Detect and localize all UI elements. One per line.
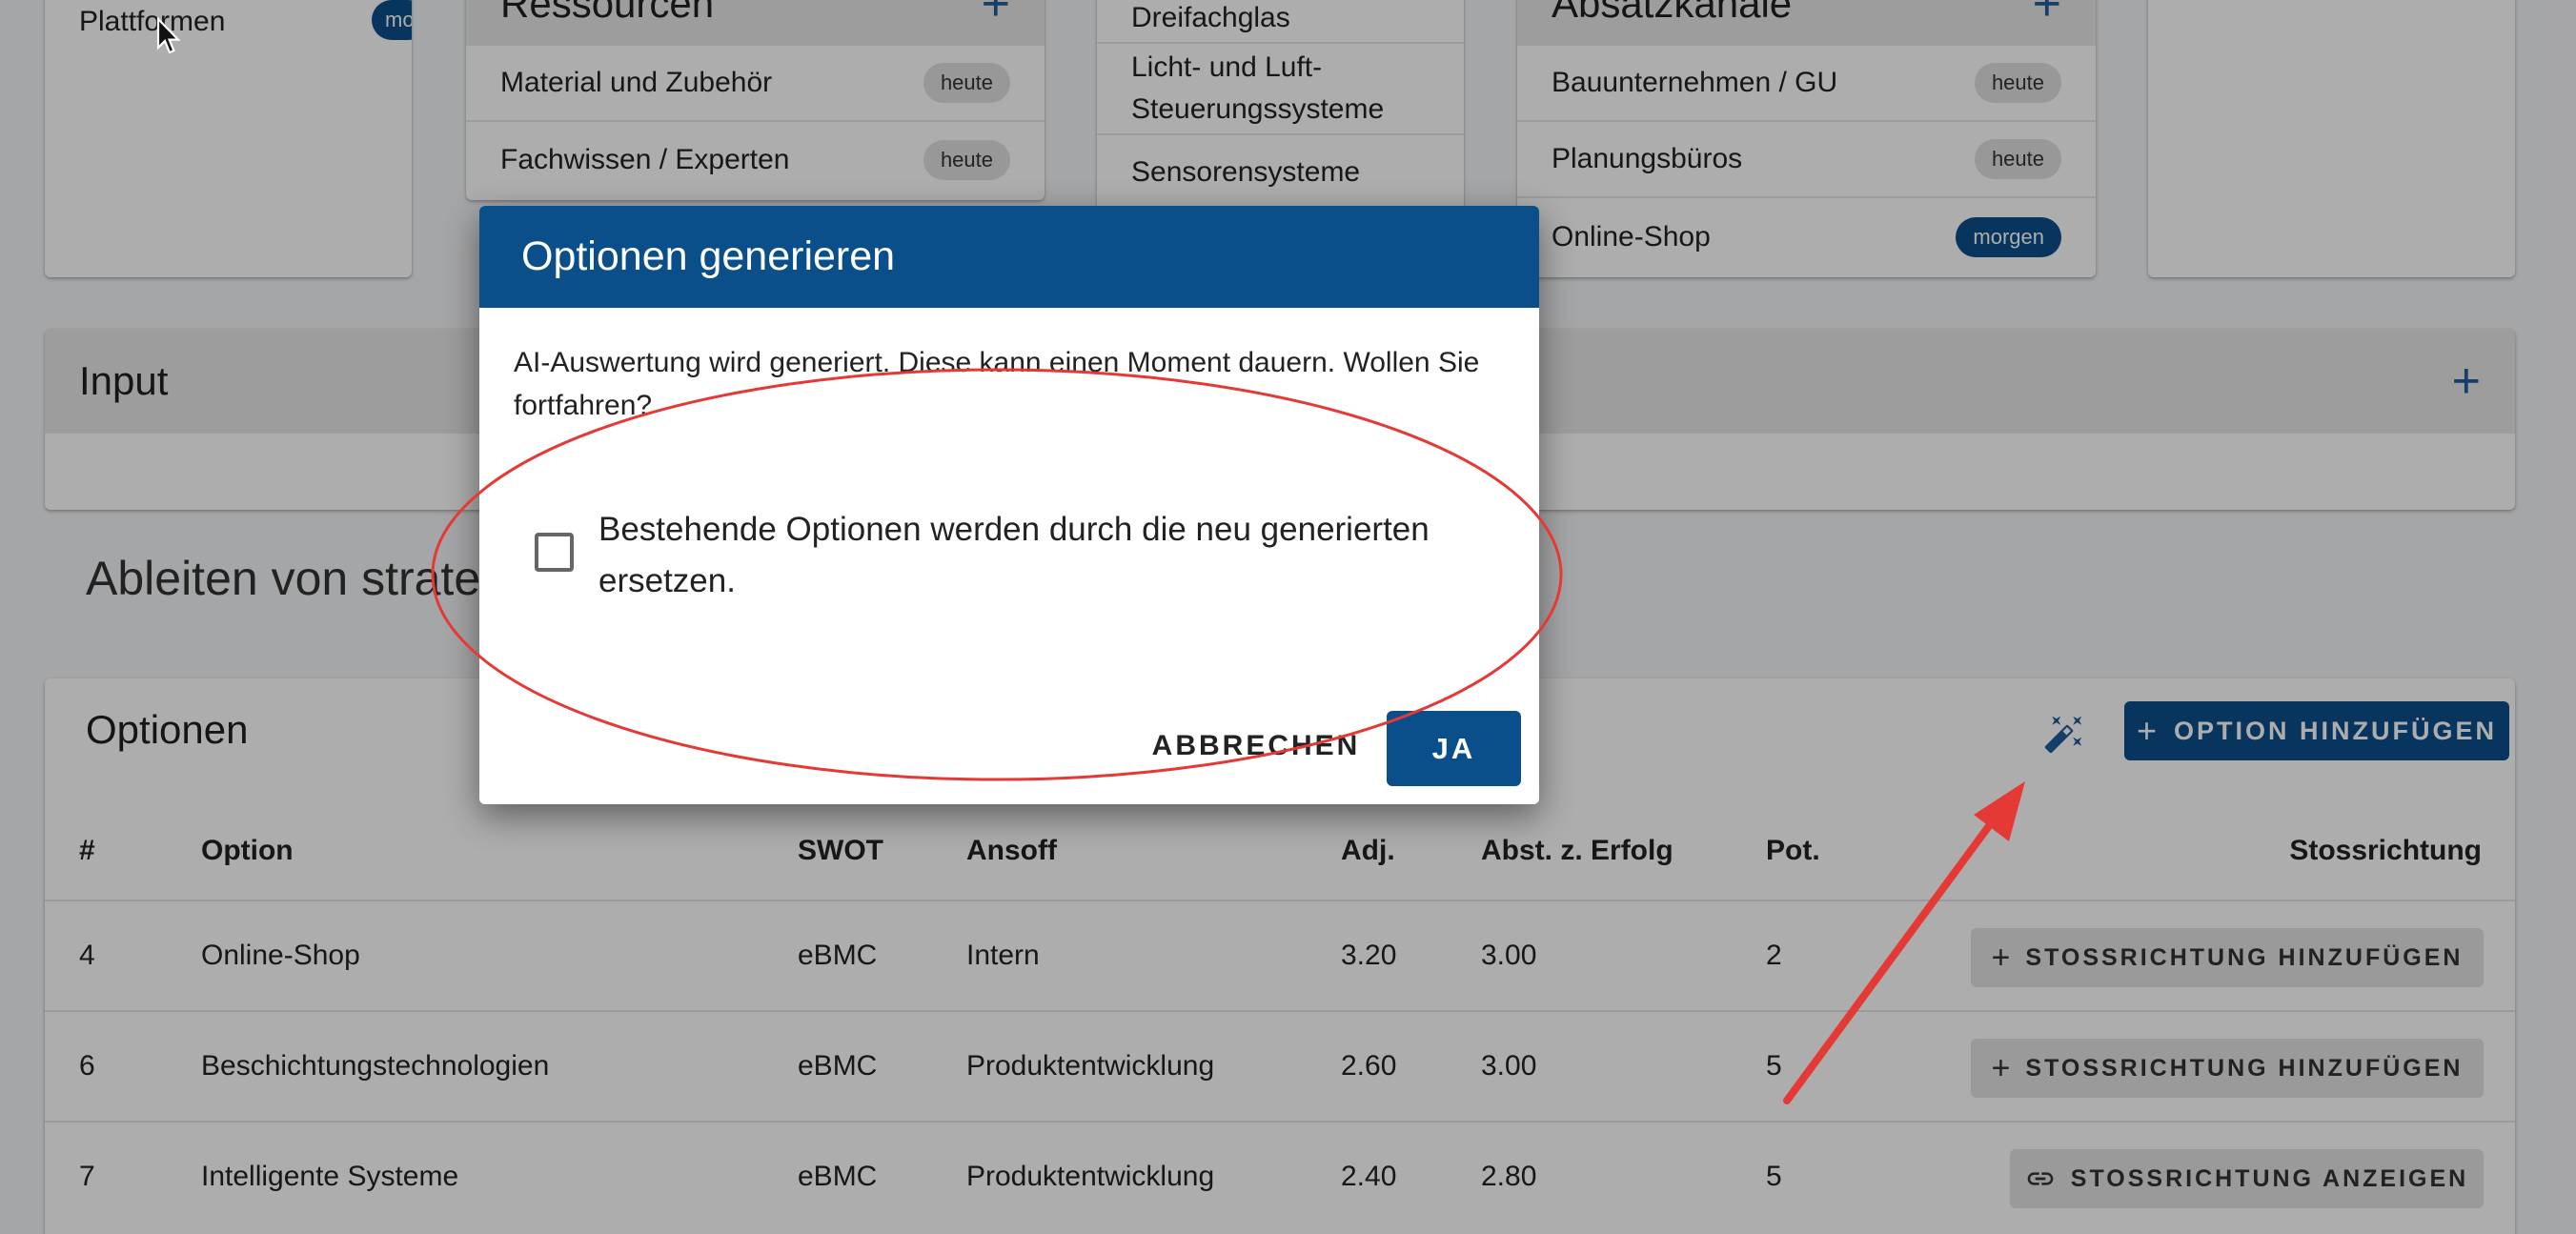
replace-options-checkbox[interactable] xyxy=(535,533,574,572)
cancel-button[interactable]: ABBRECHEN xyxy=(1137,711,1375,781)
replace-options-label[interactable]: Bestehende Optionen werden durch die neu… xyxy=(598,504,1475,607)
generate-options-dialog: Optionen generieren AI-Auswertung wird g… xyxy=(479,206,1539,804)
dialog-message: AI-Auswertung wird generiert. Diese kann… xyxy=(514,347,1480,421)
dialog-header: Optionen generieren xyxy=(479,206,1539,308)
confirm-button[interactable]: JA xyxy=(1387,711,1521,786)
mouse-cursor-icon xyxy=(156,16,181,55)
dialog-title: Optionen generieren xyxy=(521,233,896,279)
